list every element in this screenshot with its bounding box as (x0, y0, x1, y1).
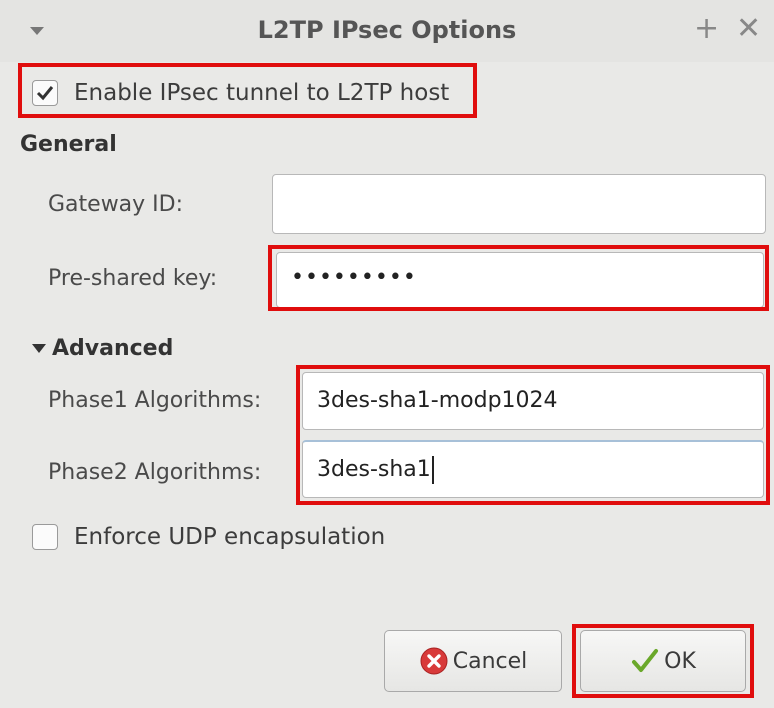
ok-label: OK (664, 648, 696, 674)
maximize-button[interactable]: + (694, 12, 719, 46)
general-heading: General (20, 132, 117, 157)
triangle-down-icon (32, 344, 46, 353)
enforce-udp-label[interactable]: Enforce UDP encapsulation (74, 524, 385, 550)
ok-button[interactable]: OK (580, 630, 746, 692)
cancel-circle-icon (420, 647, 448, 675)
window-title: L2TP IPsec Options (257, 16, 517, 44)
close-button[interactable]: ✕ (736, 12, 761, 46)
title-bar: L2TP IPsec Options + ✕ (0, 0, 774, 62)
enable-ipsec-label[interactable]: Enable IPsec tunnel to L2TP host (74, 80, 449, 106)
text-cursor (431, 456, 434, 484)
cancel-button[interactable]: Cancel (384, 630, 562, 692)
phase1-label: Phase1 Algorithms: (48, 388, 262, 413)
psk-input[interactable]: ••••••••• (276, 252, 764, 308)
phase1-input[interactable]: 3des-sha1-modp1024 (302, 372, 764, 430)
gateway-id-input[interactable] (272, 174, 766, 234)
advanced-heading: Advanced (52, 336, 174, 361)
checkmark-icon (632, 649, 659, 672)
enable-ipsec-checkbox[interactable] (32, 80, 58, 106)
enforce-udp-checkbox[interactable] (32, 524, 58, 550)
phase2-input[interactable]: 3des-sha1 (302, 440, 764, 498)
gateway-id-label: Gateway ID: (48, 192, 184, 217)
cancel-label: Cancel (452, 648, 528, 674)
check-icon (36, 86, 54, 101)
psk-label: Pre-shared key: (48, 266, 218, 291)
phase2-label: Phase2 Algorithms: (48, 460, 262, 485)
phase2-value: 3des-sha1 (317, 457, 431, 482)
